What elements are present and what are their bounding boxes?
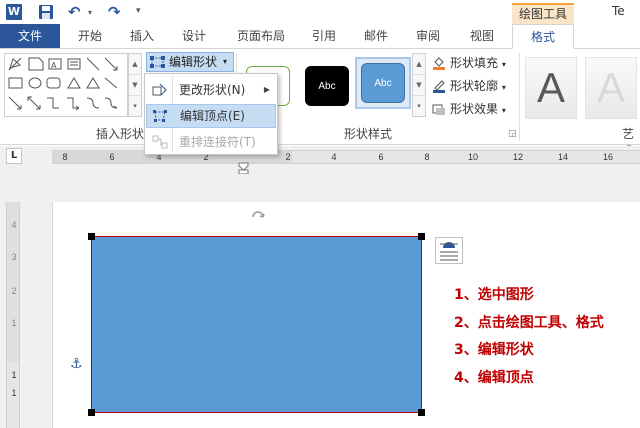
tab-design[interactable]: 设计 — [174, 24, 214, 48]
shapes-gallery-icons[interactable]: A — [5, 54, 127, 116]
ribbon-tab-bar: 文件 开始 插入 设计 页面布局 引用 邮件 审阅 视图 格式 — [0, 24, 640, 49]
shape-outline-dropdown-icon: ▾ — [501, 83, 506, 92]
ruler-number: 6 — [378, 152, 384, 162]
selected-rectangle-shape[interactable] — [91, 236, 422, 413]
submenu-arrow-icon: ▶ — [263, 85, 270, 94]
group-divider — [519, 53, 520, 141]
change-shape-label: 更改形状(N) — [179, 83, 246, 97]
shape-fill-dropdown-icon: ▾ — [501, 60, 506, 69]
ruler-number: 12 — [512, 152, 523, 162]
indent-marker-icon[interactable] — [238, 162, 249, 174]
shape-styles-scroll[interactable]: ▲ ▼ ▾ — [412, 53, 426, 117]
resize-handle-top-left[interactable] — [88, 233, 95, 240]
shape-effects-button[interactable]: 形状效果 ▾ — [432, 99, 506, 119]
layout-options-icon — [440, 242, 458, 261]
styles-up-icon[interactable]: ▲ — [413, 54, 425, 75]
resize-handle-top-right[interactable] — [418, 233, 425, 240]
ruler-number: 8 — [62, 152, 68, 162]
instruction-step-1: 1、选中图形 — [454, 287, 534, 303]
instruction-step-4: 4、编辑顶点 — [454, 370, 534, 386]
change-shape-icon — [152, 83, 167, 96]
styles-more-icon[interactable]: ▾ — [413, 96, 425, 117]
reroute-connectors-label: 重排连接符(T) — [179, 135, 256, 149]
word-app-icon[interactable]: W — [6, 4, 22, 20]
edit-points-label: 编辑顶点(E) — [180, 109, 245, 123]
ruler-number: 1 — [11, 370, 17, 380]
redo-icon[interactable]: ↷ — [108, 4, 124, 20]
tab-mailings[interactable]: 邮件 — [356, 24, 396, 48]
reroute-connectors-icon — [152, 135, 168, 149]
horizontal-ruler[interactable]: 8 6 4 2 2 4 6 8 10 12 14 16 — [52, 150, 640, 164]
shapes-gallery[interactable]: A — [4, 53, 128, 117]
ruler-number: 16 — [602, 152, 613, 162]
ruler-top-margin-zone — [7, 202, 19, 362]
ribbon: A ▲ ▼ ▾ 编辑形状 ▾ 插入形状 Abc Abc ▲ ▼ ▾ 形状填充 ▾… — [0, 49, 640, 158]
ruler-number: 2 — [285, 152, 291, 162]
ruler-number: 14 — [557, 152, 568, 162]
shape-effects-dropdown-icon: ▾ — [501, 106, 506, 115]
ruler-number: 10 — [467, 152, 478, 162]
shape-outline-label: 形状轮廓 — [450, 79, 499, 93]
edit-shape-label: 编辑形状 — [169, 55, 218, 69]
save-icon[interactable] — [38, 4, 54, 20]
tab-format[interactable]: 格式 — [512, 24, 574, 49]
shape-effects-icon — [432, 104, 445, 115]
resize-handle-bottom-left[interactable] — [88, 409, 95, 416]
menu-item-edit-points[interactable]: 编辑顶点(E) — [146, 104, 276, 128]
edit-shape-dropdown-icon: ▾ — [223, 57, 228, 66]
layout-options-button[interactable] — [435, 237, 463, 264]
tab-insert[interactable]: 插入 — [122, 24, 162, 48]
gallery-more-icon[interactable]: ▾ — [129, 96, 141, 117]
tab-selector[interactable]: L — [6, 148, 22, 164]
customize-toolbar-icon[interactable]: ▾ — [136, 6, 141, 16]
resize-handle-bottom-right[interactable] — [418, 409, 425, 416]
svg-text:A: A — [51, 61, 57, 70]
tab-review[interactable]: 审阅 — [408, 24, 448, 48]
paint-bucket-icon — [433, 57, 445, 70]
tab-file[interactable]: 文件 — [0, 24, 60, 48]
undo-icon[interactable]: ↶ — [68, 4, 84, 20]
anchor-icon[interactable]: ⚓ — [70, 356, 86, 372]
page-top-gap — [52, 176, 640, 202]
ruler-number: 4 — [331, 152, 337, 162]
tab-home[interactable]: 开始 — [70, 24, 110, 48]
shapes-gallery-scroll[interactable]: ▲ ▼ ▾ — [128, 53, 142, 117]
ruler-number: 6 — [109, 152, 115, 162]
menu-item-reroute-connectors: 重排连接符(T) — [146, 130, 276, 154]
shape-style-preset-black[interactable]: Abc — [305, 66, 349, 106]
wordart-style-light[interactable]: A — [585, 57, 637, 119]
shape-styles-group-label: 形状样式 — [344, 127, 393, 141]
undo-dropdown-icon[interactable]: ▾ — [88, 8, 92, 17]
instruction-step-3: 3、编辑形状 — [454, 342, 534, 358]
gallery-down-icon[interactable]: ▼ — [129, 75, 141, 96]
instruction-step-2: 2、点击绘图工具、格式 — [454, 315, 604, 331]
tab-references[interactable]: 引用 — [304, 24, 344, 48]
insert-shapes-group-label: 插入形状 — [96, 127, 145, 141]
edit-shape-menu: 更改形状(N) ▶ 编辑顶点(E) 重排连接符(T) — [144, 73, 278, 155]
shape-style-preset-blue[interactable]: Abc — [361, 63, 405, 103]
vertical-ruler[interactable]: 4 3 2 1 1 1 — [6, 202, 20, 428]
horizontal-ruler-area: L 8 6 4 2 2 4 6 8 10 12 14 16 — [0, 146, 640, 176]
title-bar: W ↶ ▾ ↷ ▾ 绘图工具 Te — [0, 0, 640, 24]
menu-item-change-shape[interactable]: 更改形状(N) ▶ — [146, 78, 276, 102]
shape-styles-launcher-icon[interactable]: ◲ — [508, 129, 517, 139]
drawing-tools-context-label: 绘图工具 — [512, 3, 574, 24]
wordart-style-dark[interactable]: A — [525, 57, 577, 119]
gallery-up-icon[interactable]: ▲ — [129, 54, 141, 75]
styles-down-icon[interactable]: ▼ — [413, 75, 425, 96]
rotate-handle-icon[interactable] — [250, 206, 266, 222]
edit-points-icon — [153, 110, 167, 122]
shape-outline-button[interactable]: 形状轮廓 ▾ — [432, 76, 506, 96]
ruler-number: 8 — [424, 152, 430, 162]
ruler-number: 1 — [11, 388, 17, 398]
tab-view[interactable]: 视图 — [462, 24, 502, 48]
shape-fill-button[interactable]: 形状填充 ▾ — [432, 53, 506, 73]
pen-icon — [433, 80, 445, 93]
tab-page-layout[interactable]: 页面布局 — [228, 24, 294, 48]
edit-shape-icon — [150, 56, 165, 68]
edit-shape-button[interactable]: 编辑形状 ▾ — [146, 52, 234, 72]
shape-effects-label: 形状效果 — [450, 102, 499, 116]
document-title: Te — [612, 4, 625, 18]
shape-fill-label: 形状填充 — [450, 56, 499, 70]
